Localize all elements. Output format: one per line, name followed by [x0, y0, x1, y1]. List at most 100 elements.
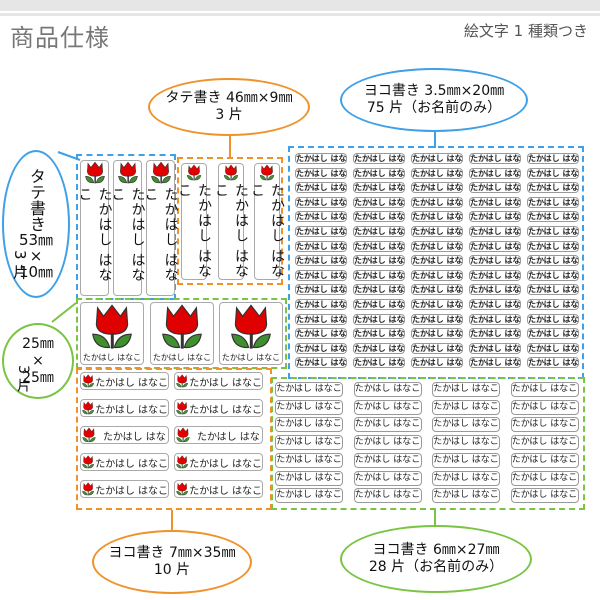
name-tag-3-5x20: たかはし はなこ	[469, 357, 521, 369]
tulip-icon	[82, 374, 95, 388]
name-tag-6x27: たかはし はなこ	[432, 488, 500, 504]
name-tag-6x27: たかはし はなこ	[510, 417, 579, 433]
name-tag-3-5x20: たかはし はなこ	[295, 182, 347, 194]
label-size-text: タテ書き 46㎜×9㎜	[165, 90, 293, 106]
name-tag-3-5x20: たかはし はなこ	[469, 328, 521, 340]
tag-name-text: たかはし はなこ	[152, 353, 212, 362]
name-tag-3-5x20: たかはし はなこ	[527, 240, 579, 252]
name-tag-3-5x20: たかはし はなこ	[411, 255, 463, 267]
name-tag-3-5x20: たかはし はなこ	[353, 153, 405, 164]
label-direction-text: タテ	[27, 168, 46, 200]
name-tag-3-5x20: たかはし はなこ	[411, 299, 463, 310]
name-tag-3-5x20: たかはし はなこ	[295, 153, 347, 164]
name-tag-3-5x20: たかはし はなこ	[527, 269, 579, 281]
tulip-icon	[82, 401, 95, 415]
name-tag-6x27: たかはし はなこ	[353, 399, 422, 415]
name-tag-3-5x20: たかはし はなこ	[295, 269, 347, 281]
square-name-tag: たかはし はなこ	[150, 302, 214, 365]
name-tag-3-5x20: たかはし はなこ	[353, 226, 405, 237]
tulip-icon	[150, 161, 171, 184]
name-tag-3-5x20: たかはし はなこ	[469, 211, 521, 223]
name-tag-3-5x20: たかはし はなこ	[353, 211, 405, 223]
name-tag-7x35: たかはし はな	[174, 426, 263, 444]
tag-name-text: たかはし はなこ	[189, 458, 262, 470]
tag-name-text: たかはし はなこ	[176, 183, 212, 279]
label-square-25x25: 25㎜ × 25㎜ 3 片	[2, 323, 74, 399]
name-tag-3-5x20: たかはし はなこ	[295, 328, 347, 340]
tag-name-text: たかはし はなこ	[95, 458, 168, 470]
name-tag-6x27: たかはし はなこ	[275, 382, 343, 397]
tag-name-text: たかはし はなこ	[249, 183, 285, 279]
name-tag-3-5x20: たかはし はなこ	[353, 255, 405, 267]
name-tag-3-5x20: たかはし はなこ	[353, 269, 405, 281]
name-tag-6x27: たかはし はなこ	[510, 488, 579, 504]
name-tag-3-5x20: たかはし はなこ	[469, 299, 521, 310]
name-tag-3-5x20: たかはし はなこ	[469, 255, 521, 267]
name-tag-3-5x20: たかはし はなこ	[411, 240, 463, 252]
name-tag-6x27: たかはし はなこ	[510, 470, 579, 486]
label-count-text: 3 片	[11, 250, 29, 280]
name-tag-7x35: たかはし はなこ	[80, 480, 169, 498]
name-tag-3-5x20: たかはし はなこ	[411, 196, 463, 208]
label-size-text: ヨコ書き 6㎜×27㎜	[372, 542, 500, 558]
name-tag-3-5x20: たかはし はなこ	[411, 153, 463, 164]
name-tag-7x35: たかはし はなこ	[80, 453, 169, 471]
name-tag-3-5x20: たかはし はなこ	[411, 269, 463, 281]
name-tag-7x35: たかはし はなこ	[174, 372, 263, 390]
name-tag-6x27: たかはし はなこ	[432, 452, 500, 468]
tulip-icon	[82, 427, 96, 443]
name-tag-3-5x20: たかはし はなこ	[295, 313, 347, 325]
tulip-icon	[176, 482, 189, 496]
name-tag-3-5x20: たかはし はなこ	[527, 328, 579, 340]
name-tag-3-5x20: たかはし はなこ	[469, 196, 521, 208]
tulip-icon	[176, 455, 189, 469]
name-tag-3-5x20: たかはし はなこ	[295, 226, 347, 237]
name-tag-6x27: たかはし はなこ	[353, 452, 422, 468]
name-tag-3-5x20: たかはし はなこ	[295, 211, 347, 223]
name-tag-3-5x20: たかはし はなこ	[527, 211, 579, 223]
square-name-tag: たかはし はなこ	[80, 302, 144, 365]
name-tag-6x27: たかはし はなこ	[275, 417, 343, 433]
name-tag-3-5x20: たかはし はなこ	[527, 196, 579, 208]
name-tag-3-5x20: たかはし はなこ	[411, 342, 463, 354]
name-tag-7x35: たかはし はなこ	[174, 453, 263, 471]
name-tag-6x27: たかはし はなこ	[510, 452, 579, 468]
name-tag-3-5x20: たかはし はなこ	[411, 313, 463, 325]
name-tag-3-5x20: たかはし はなこ	[527, 182, 579, 194]
vertical-name-tag: たかはし はなこ	[143, 160, 179, 296]
label-size-text: ヨコ書き 7㎜×35㎜	[108, 545, 236, 561]
name-tag-3-5x20: たかはし はなこ	[353, 342, 405, 354]
name-tag-3-5x20: たかはし はなこ	[527, 226, 579, 237]
name-tag-3-5x20: たかはし はなこ	[295, 299, 347, 310]
tulip-icon	[176, 374, 189, 388]
tag-name-text: たかはし はな	[197, 431, 260, 443]
name-tag-3-5x20: たかはし はなこ	[469, 226, 521, 237]
label-count-text: 75 片（お名前のみ）	[366, 100, 502, 116]
tulip-icon	[231, 304, 271, 349]
name-tag-3-5x20: たかはし はなこ	[295, 255, 347, 267]
name-tag-3-5x20: たかはし はなこ	[295, 357, 347, 369]
vertical-name-tag: たかはし はなこ	[249, 163, 285, 280]
name-tag-3-5x20: たかはし はなこ	[353, 299, 405, 310]
name-tag-3-5x20: たかはし はなこ	[469, 342, 521, 354]
name-tag-3-5x20: たかはし はなこ	[411, 284, 463, 296]
tulip-icon	[117, 161, 138, 184]
label-direction-text-2: 書き	[27, 200, 46, 232]
tag-name-text: たかはし はなこ	[95, 404, 168, 416]
name-tag-3-5x20: たかはし はなこ	[527, 167, 579, 179]
vertical-name-tag: たかはし はなこ	[77, 160, 113, 296]
name-tag-6x27: たかはし はなこ	[510, 435, 579, 451]
name-tag-7x35: たかはし はな	[80, 426, 169, 444]
tag-name-text: たかはし はな	[103, 431, 166, 443]
name-tag-3-5x20: たかはし はなこ	[411, 226, 463, 237]
name-tag-6x27: たかはし はなこ	[353, 382, 422, 397]
label-count-text: 28 片（お名前のみ）	[368, 559, 504, 575]
name-tag-3-5x20: たかはし はなこ	[527, 153, 579, 164]
name-tag-3-5x20: たかはし はなこ	[353, 182, 405, 194]
tag-name-text: たかはし はなこ	[189, 485, 262, 497]
name-tag-7x35: たかはし はなこ	[174, 480, 263, 498]
name-tag-7x35: たかはし はなこ	[80, 372, 169, 390]
name-tag-3-5x20: たかはし はなこ	[295, 167, 347, 179]
tulip-icon	[223, 164, 239, 181]
name-tag-3-5x20: たかはし はなこ	[469, 167, 521, 179]
